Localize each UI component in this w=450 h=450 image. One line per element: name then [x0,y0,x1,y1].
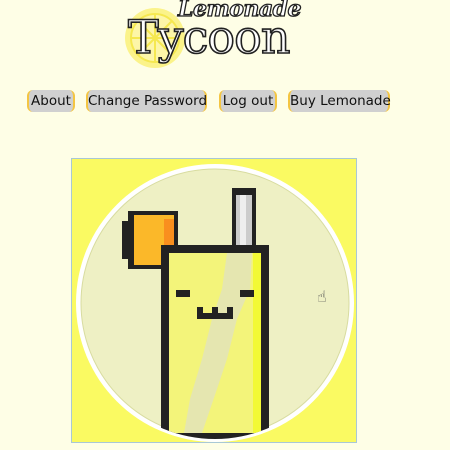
change-password-button[interactable]: Change Password [86,90,207,112]
about-button[interactable]: About [27,90,75,112]
logo-tycoon-text: Tycoon [127,9,291,65]
hand-cursor-icon: ☝ [317,287,327,306]
log-out-button[interactable]: Log out [219,90,277,112]
lemonade-tycoon-logo: Lemonade Tycoon [120,0,320,72]
lemonade-avatar-image: ☝ [71,158,357,443]
buy-lemonade-button[interactable]: Buy Lemonade [288,90,391,112]
